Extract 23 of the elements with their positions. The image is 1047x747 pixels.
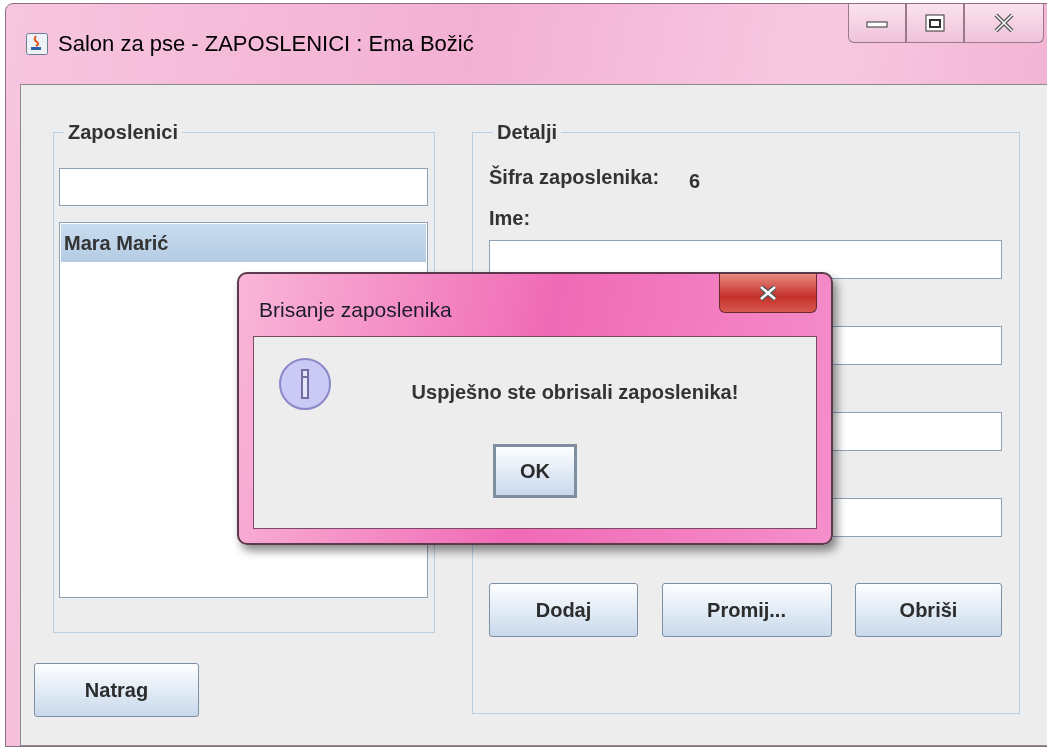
field-label: Šifra zaposlenika: — [489, 166, 660, 190]
info-icon — [278, 357, 334, 413]
maximize-button[interactable] — [906, 4, 964, 43]
group-title: Detalji — [496, 121, 559, 144]
dialog-title: Brisanje zaposlenika — [259, 298, 452, 322]
coffee-cup-icon — [26, 33, 48, 55]
list-item[interactable]: Mara Marić — [61, 224, 426, 262]
action-button[interactable]: Promij... — [661, 583, 832, 637]
action-button[interactable]: Obriši — [855, 583, 1002, 637]
dialog-message: Uspješno ste obrisali zaposlenika! — [411, 381, 739, 404]
field-value: 6 — [689, 170, 701, 193]
ok-button[interactable]: OK — [493, 444, 577, 498]
close-button[interactable] — [719, 274, 817, 313]
close-icon — [993, 13, 1015, 33]
close-icon — [757, 285, 779, 301]
action-button[interactable]: Dodaj — [489, 583, 638, 637]
back-button[interactable]: Natrag — [34, 663, 199, 717]
group-title: Zaposlenici — [67, 121, 180, 144]
search-field[interactable] — [59, 168, 428, 206]
field-label: Ime: — [489, 207, 532, 230]
maximize-icon — [925, 14, 945, 32]
minimize-button[interactable] — [848, 4, 906, 43]
window-title: Salon za pse - ZAPOSLENICI : Ema Božić — [58, 31, 474, 57]
